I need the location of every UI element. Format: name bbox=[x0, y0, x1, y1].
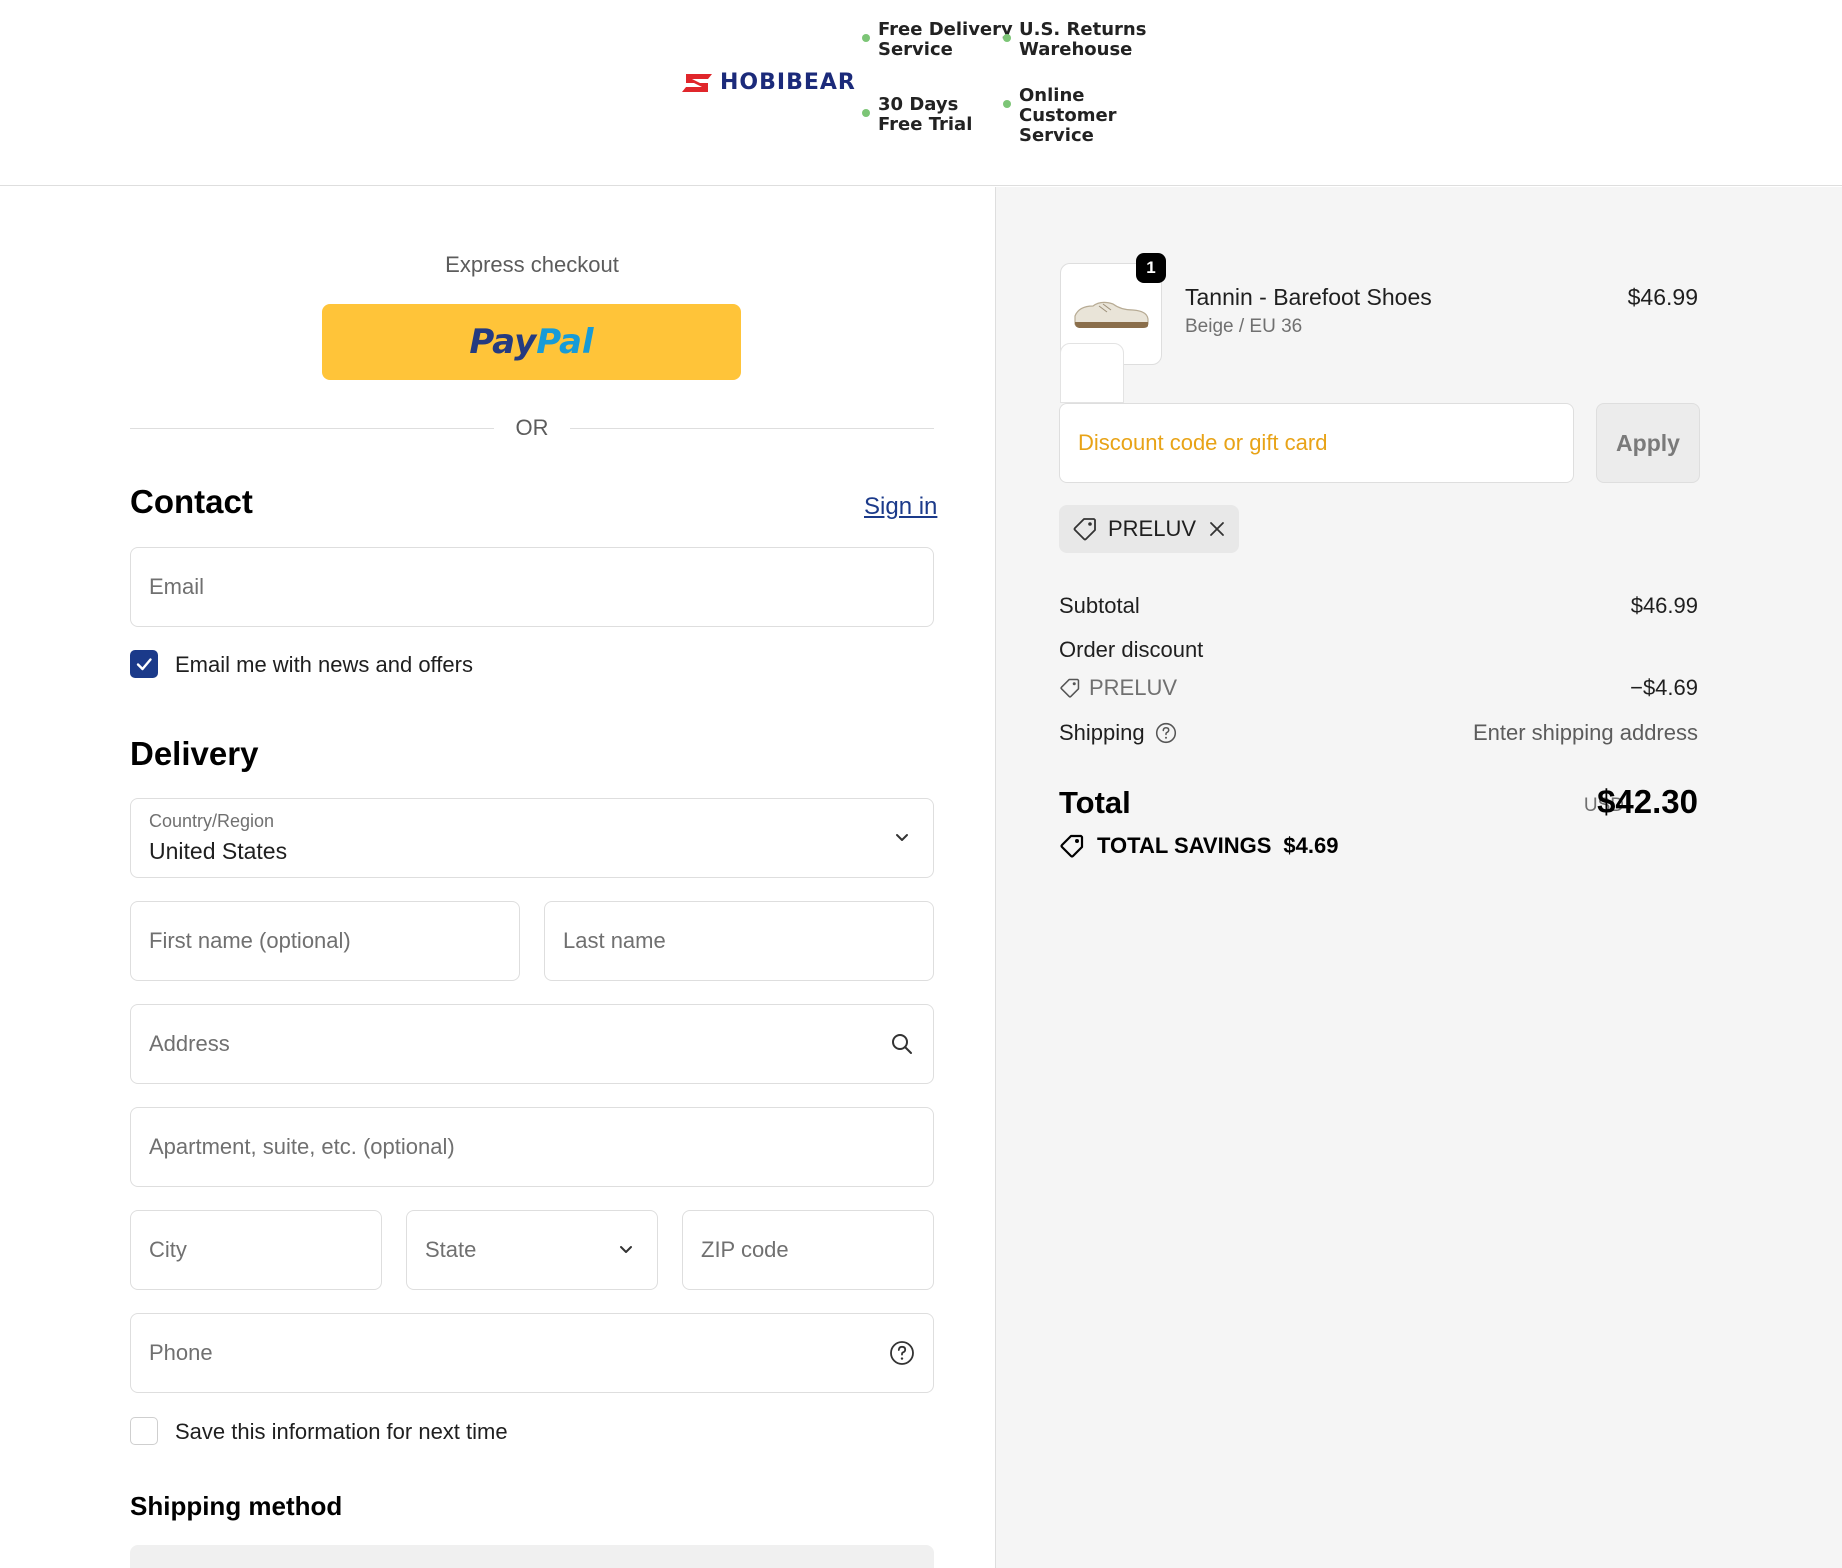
product-price: $46.99 bbox=[1627, 284, 1698, 310]
paypal-pal-text: Pal bbox=[536, 322, 594, 362]
hobibear-logo[interactable]: HOBIBEAR bbox=[680, 70, 856, 95]
apartment-placeholder: Apartment, suite, etc. (optional) bbox=[149, 1134, 455, 1159]
feature-text: Free Delivery Service bbox=[878, 19, 1013, 60]
quantity-badge: 1 bbox=[1136, 253, 1166, 283]
express-checkout-title: Express checkout bbox=[445, 252, 619, 277]
help-circle-icon[interactable] bbox=[1155, 722, 1177, 744]
feature-text: 30 Days Free Trial bbox=[878, 94, 973, 135]
save-info-label: Save this information for next time bbox=[175, 1419, 508, 1444]
address-placeholder: Address bbox=[149, 1031, 230, 1056]
help-circle-icon[interactable] bbox=[889, 1340, 915, 1366]
feature-dot bbox=[1003, 34, 1011, 42]
paypal-button[interactable]: Pay Pal bbox=[322, 304, 741, 380]
discount-code-input[interactable]: Discount code or gift card bbox=[1059, 403, 1574, 483]
first-name-placeholder: First name (optional) bbox=[149, 928, 351, 953]
total-label: Total bbox=[1059, 785, 1131, 820]
country-label: Country/Region bbox=[149, 811, 275, 831]
sign-in-link[interactable]: Sign in bbox=[864, 493, 937, 521]
country-value: United States bbox=[149, 838, 288, 864]
feature-returns-warehouse: U.S. Returns Warehouse bbox=[1003, 20, 1146, 60]
city-field[interactable]: City bbox=[130, 1210, 382, 1290]
logo-text: HOBIBEAR bbox=[720, 70, 856, 95]
contact-heading: Contact bbox=[130, 483, 253, 520]
tag-icon bbox=[1073, 518, 1096, 541]
country-select[interactable]: Country/Region United States bbox=[130, 798, 934, 878]
apply-button[interactable]: Apply bbox=[1596, 403, 1700, 483]
zip-field[interactable]: ZIP code bbox=[682, 1210, 934, 1290]
shipping-label: Shipping bbox=[1059, 720, 1145, 745]
discount-value: −$4.69 bbox=[1630, 675, 1698, 700]
product-thumbnail-secondary bbox=[1060, 343, 1124, 403]
or-text: OR bbox=[515, 415, 549, 440]
applied-discount-chip: PRELUV bbox=[1059, 505, 1239, 553]
first-name-field[interactable]: First name (optional) bbox=[130, 901, 520, 981]
discount-code-text: PRELUV bbox=[1089, 675, 1178, 700]
shipping-method-placeholder bbox=[130, 1545, 934, 1568]
close-icon[interactable] bbox=[1206, 518, 1228, 540]
apartment-field[interactable]: Apartment, suite, etc. (optional) bbox=[130, 1107, 934, 1187]
logo-mark-icon bbox=[682, 73, 712, 92]
savings-label: TOTAL SAVINGS bbox=[1097, 833, 1272, 858]
total-amount: $42.30 bbox=[1597, 783, 1698, 820]
shipping-method-heading: Shipping method bbox=[130, 1491, 343, 1521]
product-variant: Beige / EU 36 bbox=[1185, 316, 1303, 337]
paypal-pay-text: Pay bbox=[469, 322, 537, 362]
feature-dot bbox=[862, 109, 870, 117]
shipping-value: Enter shipping address bbox=[1472, 720, 1698, 745]
discount-placeholder: Discount code or gift card bbox=[1078, 430, 1328, 455]
last-name-field[interactable]: Last name bbox=[544, 901, 934, 981]
tag-icon bbox=[1060, 834, 1084, 858]
news-checkbox-label: Email me with news and offers bbox=[175, 652, 473, 677]
feature-free-delivery: Free Delivery Service bbox=[862, 20, 1013, 60]
save-info-checkbox[interactable] bbox=[130, 1417, 158, 1445]
tag-icon bbox=[1060, 678, 1080, 698]
feature-dot bbox=[1003, 100, 1011, 108]
checkout-form: Express checkout Pay Pal OR Contact Sign … bbox=[0, 187, 995, 1568]
chevron-down-icon bbox=[896, 834, 908, 841]
site-header: HOBIBEAR Free Delivery Service U.S. Retu… bbox=[0, 0, 1842, 186]
or-divider: OR bbox=[130, 413, 934, 443]
news-checkbox[interactable] bbox=[130, 650, 158, 678]
feature-customer-service: Online Customer Service bbox=[1003, 86, 1117, 146]
zip-placeholder: ZIP code bbox=[701, 1237, 789, 1262]
shipping-row: Shipping bbox=[1059, 720, 1177, 746]
search-icon bbox=[892, 1034, 912, 1054]
phone-placeholder: Phone bbox=[149, 1340, 213, 1365]
feature-text: U.S. Returns Warehouse bbox=[1019, 19, 1147, 60]
feature-text: Online Customer Service bbox=[1019, 85, 1117, 146]
product-name: Tannin - Barefoot Shoes bbox=[1185, 284, 1432, 310]
order-summary: 1 Tannin - Barefoot Shoes Beige / EU 36 … bbox=[995, 187, 1842, 1568]
feature-free-trial: 30 Days Free Trial bbox=[862, 95, 972, 135]
checkmark-icon bbox=[136, 658, 152, 671]
subtotal-value: $46.99 bbox=[1630, 593, 1698, 618]
discount-code-row: PRELUV bbox=[1059, 675, 1177, 701]
last-name-placeholder: Last name bbox=[563, 928, 666, 953]
delivery-heading: Delivery bbox=[130, 735, 259, 772]
feature-dot bbox=[862, 34, 870, 42]
city-placeholder: City bbox=[149, 1237, 187, 1262]
state-placeholder: State bbox=[425, 1237, 477, 1262]
order-discount-label: Order discount bbox=[1059, 637, 1204, 662]
subtotal-label: Subtotal bbox=[1059, 593, 1140, 618]
address-field[interactable]: Address bbox=[130, 1004, 934, 1084]
chevron-down-icon bbox=[620, 1246, 632, 1253]
total-savings: TOTAL SAVINGS $4.69 bbox=[1059, 833, 1338, 859]
savings-value: $4.69 bbox=[1283, 833, 1339, 858]
phone-field[interactable]: Phone bbox=[130, 1313, 934, 1393]
applied-code-text: PRELUV bbox=[1108, 516, 1197, 541]
email-field[interactable]: Email bbox=[130, 547, 934, 627]
email-placeholder: Email bbox=[149, 574, 205, 599]
state-select[interactable]: State bbox=[406, 1210, 658, 1290]
